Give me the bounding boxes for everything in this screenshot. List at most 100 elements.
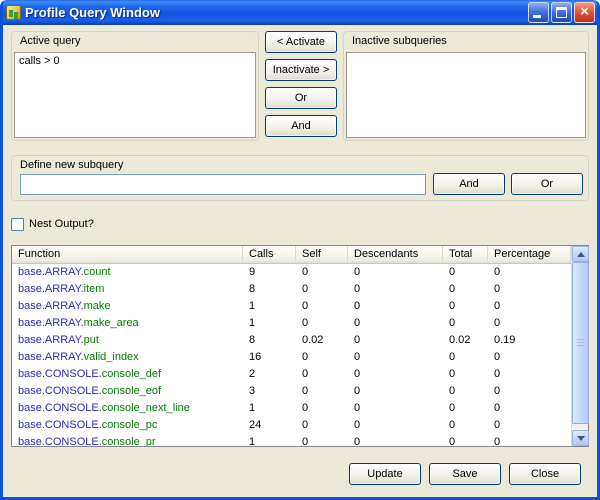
inactivate-button[interactable]: Inactivate > [265,59,337,81]
minimize-button[interactable] [528,2,549,23]
descendants-cell: 0 [348,383,443,400]
close-button[interactable] [574,2,595,23]
and-transfer-button[interactable]: And [265,115,337,137]
function-feature: item [84,283,105,295]
percentage-cell: 0 [488,315,571,332]
function-feature: put [84,334,99,346]
table-scrollbar[interactable] [571,246,588,446]
scroll-thumb[interactable] [572,262,589,424]
function-feature: count [84,266,111,278]
function-cell: base.ARRAY.valid_index [12,349,243,366]
self-cell: 0 [296,366,348,383]
percentage-cell: 0 [488,400,571,417]
nest-output-checkbox[interactable] [11,218,24,231]
arrow-up-icon [577,252,585,257]
nest-output-label: Nest Output? [29,218,94,230]
calls-cell: 2 [243,366,296,383]
function-cell: base.CONSOLE.console_def [12,366,243,383]
function-qualifier: base.CONSOLE. [18,419,102,431]
function-qualifier: base.CONSOLE. [18,368,102,380]
table-row[interactable]: base.CONSOLE.console_pr 1 0 0 0 0 [12,434,571,446]
and-define-button[interactable]: And [433,173,505,195]
function-cell: base.ARRAY.count [12,264,243,281]
table-row[interactable]: base.ARRAY.put 8 0.02 0 0.02 0.19 [12,332,571,349]
function-cell: base.ARRAY.item [12,281,243,298]
function-feature: console_next_line [102,402,190,414]
total-cell: 0 [443,366,488,383]
column-header-calls[interactable]: Calls [243,246,296,263]
update-button[interactable]: Update [349,463,421,485]
self-cell: 0 [296,417,348,434]
self-cell: 0 [296,400,348,417]
calls-cell: 24 [243,417,296,434]
calls-cell: 1 [243,315,296,332]
percentage-cell: 0 [488,366,571,383]
scroll-up-button[interactable] [572,246,589,262]
arrow-down-icon [577,436,585,441]
table-row[interactable]: base.ARRAY.count 9 0 0 0 0 [12,264,571,281]
or-define-button[interactable]: Or [511,173,583,195]
total-cell: 0 [443,434,488,446]
self-cell: 0.02 [296,332,348,349]
column-header-descendants[interactable]: Descendants [348,246,443,263]
percentage-cell: 0 [488,434,571,446]
column-header-function[interactable]: Function [12,246,243,263]
active-query-list[interactable]: calls > 0 [14,52,256,138]
active-query-item[interactable]: calls > 0 [15,53,255,69]
window-controls [528,2,595,23]
calls-cell: 1 [243,298,296,315]
table-row[interactable]: base.ARRAY.item 8 0 0 0 0 [12,281,571,298]
self-cell: 0 [296,349,348,366]
table-row[interactable]: base.CONSOLE.console_pc 24 0 0 0 0 [12,417,571,434]
calls-cell: 1 [243,434,296,446]
calls-cell: 8 [243,281,296,298]
profile-results-table: Function Calls Self Descendants Total Pe… [11,245,589,447]
table-row[interactable]: base.ARRAY.valid_index 16 0 0 0 0 [12,349,571,366]
total-cell: 0 [443,417,488,434]
descendants-cell: 0 [348,264,443,281]
descendants-cell: 0 [348,332,443,349]
function-qualifier: base.ARRAY. [18,334,84,346]
titlebar[interactable]: Profile Query Window [0,0,600,25]
save-button[interactable]: Save [429,463,501,485]
close-dialog-button[interactable]: Close [509,463,581,485]
column-header-self[interactable]: Self [296,246,348,263]
table-row[interactable]: base.ARRAY.make 1 0 0 0 0 [12,298,571,315]
table-row[interactable]: base.CONSOLE.console_eof 3 0 0 0 0 [12,383,571,400]
maximize-icon [556,7,567,18]
table-row[interactable]: base.CONSOLE.console_def 2 0 0 0 0 [12,366,571,383]
function-qualifier: base.ARRAY. [18,317,84,329]
function-cell: base.CONSOLE.console_pr [12,434,243,446]
subquery-input[interactable] [20,174,426,195]
column-header-total[interactable]: Total [443,246,488,263]
total-cell: 0 [443,315,488,332]
function-qualifier: base.ARRAY. [18,351,84,363]
inactive-subqueries-group: Inactive subqueries [343,31,589,141]
function-feature: console_pr [102,436,156,446]
descendants-cell: 0 [348,349,443,366]
function-cell: base.CONSOLE.console_eof [12,383,243,400]
calls-cell: 1 [243,400,296,417]
scroll-down-button[interactable] [572,430,589,446]
activate-button[interactable]: < Activate [265,31,337,53]
function-qualifier: base.CONSOLE. [18,402,102,414]
table-row[interactable]: base.ARRAY.make_area 1 0 0 0 0 [12,315,571,332]
column-header-percentage[interactable]: Percentage [488,246,571,263]
self-cell: 0 [296,315,348,332]
descendants-cell: 0 [348,281,443,298]
table-row[interactable]: base.CONSOLE.console_next_line 1 0 0 0 0 [12,400,571,417]
dialog-body: Active query calls > 0 < Activate Inacti… [3,25,597,497]
inactive-subqueries-list[interactable] [346,52,586,138]
total-cell: 0.02 [443,332,488,349]
descendants-cell: 0 [348,400,443,417]
nest-output-row: Nest Output? [11,217,94,231]
self-cell: 0 [296,383,348,400]
app-icon [6,5,21,20]
function-feature: console_pc [102,419,158,431]
maximize-button[interactable] [551,2,572,23]
percentage-cell: 0 [488,349,571,366]
calls-cell: 16 [243,349,296,366]
function-feature: make [84,300,111,312]
descendants-cell: 0 [348,434,443,446]
or-transfer-button[interactable]: Or [265,87,337,109]
